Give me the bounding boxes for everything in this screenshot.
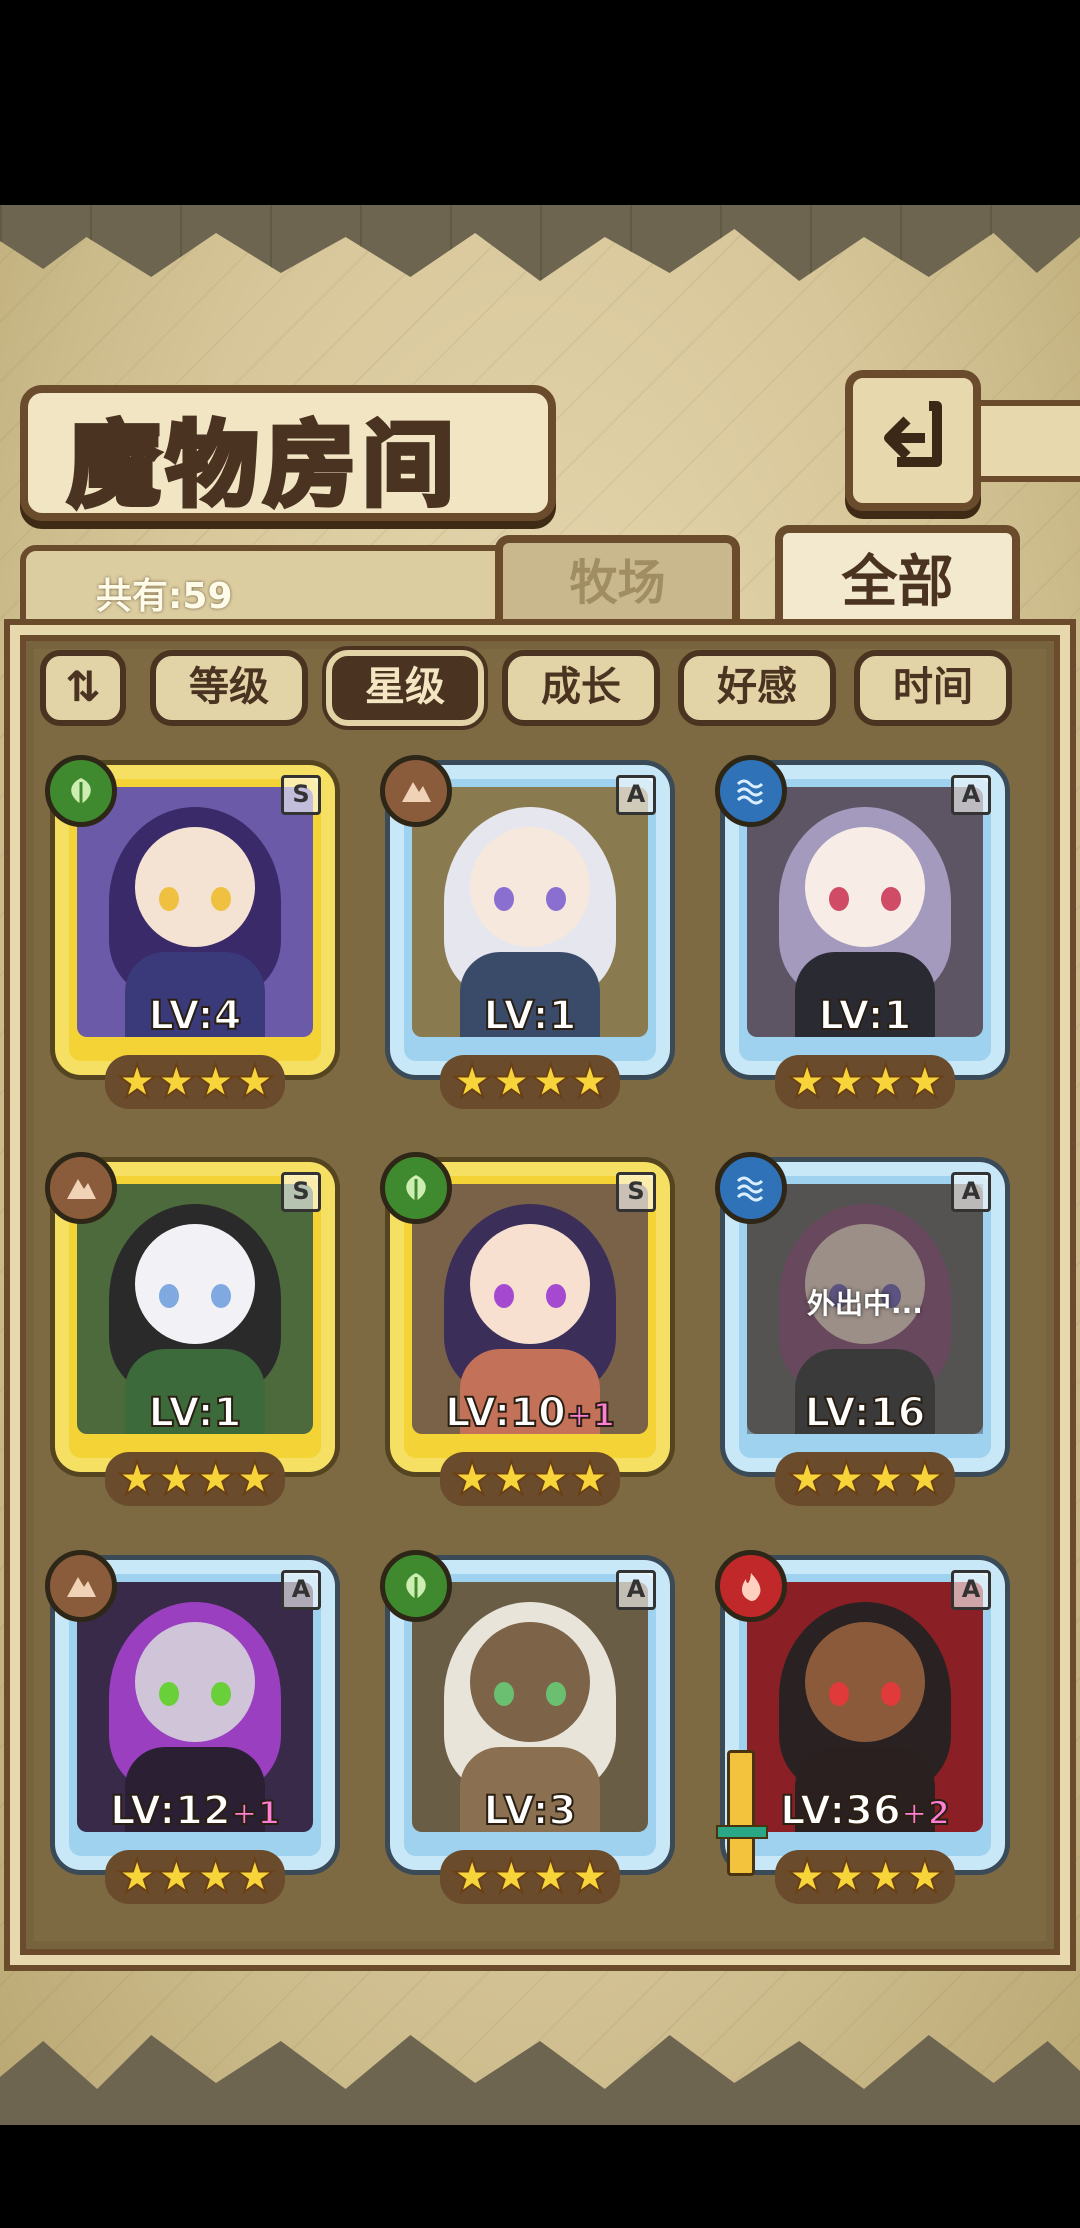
water-element-icon xyxy=(715,1152,787,1224)
rank-badge: A xyxy=(616,775,656,815)
monster-card[interactable]: A LV:36+2 ★★★★ xyxy=(715,1550,1015,1910)
level-bonus: +1 xyxy=(565,1395,616,1435)
rank-badge: S xyxy=(281,1172,321,1212)
filter-level-button[interactable]: 等级 xyxy=(150,650,308,726)
monster-card[interactable]: A LV:3 ★★★★ xyxy=(380,1550,680,1910)
monster-card[interactable]: A LV:1 ★★★★ xyxy=(715,755,1015,1115)
level-value: LV:3 xyxy=(483,1787,578,1835)
star-rating: ★★★★ xyxy=(775,1054,955,1109)
return-icon xyxy=(884,401,942,467)
monster-card[interactable]: A 外出中... LV:16 ★★★★ xyxy=(715,1152,1015,1512)
rank-badge: A xyxy=(951,1172,991,1212)
portrait-eye xyxy=(829,1682,849,1706)
star-rating: ★★★★ xyxy=(105,1054,285,1109)
portrait-face xyxy=(135,1224,255,1344)
portrait-eye xyxy=(211,887,231,911)
rank-badge: S xyxy=(281,775,321,815)
level-value: LV:1 xyxy=(148,1389,243,1437)
filter-affection-button[interactable]: 好感 xyxy=(678,650,836,726)
level-label: LV:1 xyxy=(380,992,680,1040)
level-value: LV:4 xyxy=(148,992,243,1040)
rank-badge: A xyxy=(951,775,991,815)
monster-count: 共有:59 xyxy=(96,576,233,617)
back-button[interactable] xyxy=(845,370,981,511)
tab-all[interactable]: 全部 xyxy=(775,525,1020,635)
level-label: LV:16 xyxy=(715,1389,1015,1437)
portrait-eye xyxy=(159,1682,179,1706)
tab-farm[interactable]: 牧场 xyxy=(495,535,740,625)
monster-card[interactable]: A LV:12+1 ★★★★ xyxy=(45,1550,345,1910)
filter-star-button[interactable]: 星级 xyxy=(326,650,484,726)
level-label: LV:12+1 xyxy=(45,1787,345,1835)
star-rating: ★★★★ xyxy=(440,1451,620,1506)
status-label: 外出中... xyxy=(807,1287,923,1320)
earth-element-icon xyxy=(45,1152,117,1224)
portrait-eye xyxy=(494,887,514,911)
sort-order-toggle[interactable]: ⇅ xyxy=(40,650,126,726)
earth-element-icon xyxy=(380,755,452,827)
portrait-face xyxy=(135,827,255,947)
level-label: LV:1 xyxy=(715,992,1015,1040)
page-title: 魔物房间 xyxy=(65,410,461,522)
star-rating: ★★★★ xyxy=(775,1849,955,1904)
level-value: LV:1 xyxy=(483,992,578,1040)
level-bonus: +1 xyxy=(230,1793,281,1833)
level-value: LV:16 xyxy=(804,1389,927,1437)
portrait-eye xyxy=(211,1682,231,1706)
portrait-eye xyxy=(881,1682,901,1706)
portrait-eye xyxy=(546,1682,566,1706)
leaf-element-icon xyxy=(45,755,117,827)
level-label: LV:36+2 xyxy=(715,1787,1015,1835)
portrait-eye xyxy=(159,887,179,911)
star-rating: ★★★★ xyxy=(105,1451,285,1506)
star-rating: ★★★★ xyxy=(105,1849,285,1904)
monster-card[interactable]: S LV:1 ★★★★ xyxy=(45,1152,345,1512)
level-value: LV:10 xyxy=(444,1389,567,1437)
star-rating: ★★★★ xyxy=(440,1054,620,1109)
level-value: LV:12 xyxy=(109,1787,232,1835)
portrait-eye xyxy=(494,1682,514,1706)
portrait-face xyxy=(805,1622,925,1742)
level-label: LV:4 xyxy=(45,992,345,1040)
title-plate: 魔物房间 xyxy=(20,385,556,522)
rank-badge: S xyxy=(616,1172,656,1212)
portrait-eye xyxy=(881,887,901,911)
portrait-eye xyxy=(494,1284,514,1308)
water-element-icon xyxy=(715,755,787,827)
portrait-face xyxy=(470,827,590,947)
portrait-face xyxy=(470,1224,590,1344)
level-label: LV:10+1 xyxy=(380,1389,680,1437)
level-value: LV:1 xyxy=(818,992,913,1040)
monster-card[interactable]: S LV:4 ★★★★ xyxy=(45,755,345,1115)
filter-growth-button[interactable]: 成长 xyxy=(502,650,660,726)
star-rating: ★★★★ xyxy=(440,1849,620,1904)
portrait-eye xyxy=(211,1284,231,1308)
portrait-eye xyxy=(159,1284,179,1308)
rank-badge: A xyxy=(281,1570,321,1610)
count-bar: 共有:59 xyxy=(20,545,502,637)
level-label: LV:3 xyxy=(380,1787,680,1835)
monster-card[interactable]: S LV:10+1 ★★★★ xyxy=(380,1152,680,1512)
portrait-eye xyxy=(546,1284,566,1308)
portrait-face xyxy=(805,827,925,947)
fire-element-icon xyxy=(715,1550,787,1622)
portrait-face xyxy=(470,1622,590,1742)
portrait-eye xyxy=(546,887,566,911)
earth-element-icon xyxy=(45,1550,117,1622)
leaf-element-icon xyxy=(380,1152,452,1224)
rank-badge: A xyxy=(616,1570,656,1610)
portrait-eye xyxy=(829,887,849,911)
rank-badge: A xyxy=(951,1570,991,1610)
portrait-face xyxy=(135,1622,255,1742)
leaf-element-icon xyxy=(380,1550,452,1622)
level-label: LV:1 xyxy=(45,1389,345,1437)
level-bonus: +2 xyxy=(900,1793,951,1833)
filter-time-button[interactable]: 时间 xyxy=(854,650,1012,726)
star-rating: ★★★★ xyxy=(775,1451,955,1506)
level-value: LV:36 xyxy=(779,1787,902,1835)
monster-card[interactable]: A LV:1 ★★★★ xyxy=(380,755,680,1115)
